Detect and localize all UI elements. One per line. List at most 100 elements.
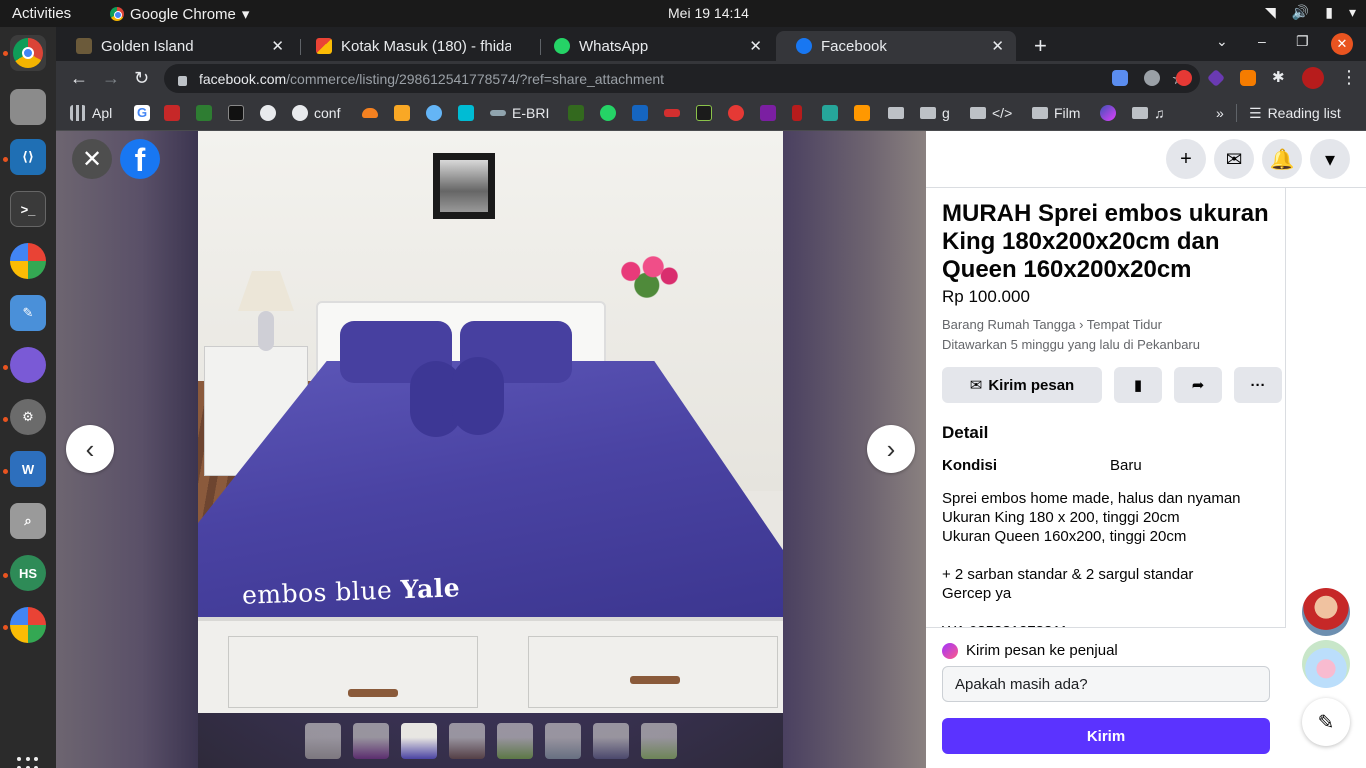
bookmark-4[interactable] [568,104,584,122]
share-button[interactable]: ➦ [1174,367,1222,403]
bookmark-7[interactable] [728,104,744,122]
notifications-button[interactable]: 🔔 [1262,139,1302,179]
github-icon [292,105,308,121]
adblock-extension-icon[interactable] [1176,70,1192,86]
bookmark-label: » [1216,105,1224,121]
text-editor-dock-icon[interactable]: ✎ [10,295,46,331]
bookmark-6[interactable] [696,104,712,122]
chrome-menu-icon[interactable]: ⋮ [1340,67,1358,88]
profile-avatar[interactable] [1302,67,1324,89]
close-tab-icon[interactable]: ✕ [749,37,762,55]
address-bar[interactable]: facebook.com/commerce/listing/2986125417… [164,64,1200,93]
bookmark-github[interactable] [260,104,276,122]
send-message-button[interactable]: ✉ Kirim pesan [942,367,1102,403]
bookmark-2[interactable] [196,104,212,122]
thumbnail[interactable] [353,723,389,759]
bookmark-netflix[interactable] [792,104,802,122]
thumbnail[interactable] [305,723,341,759]
facebook-logo-icon[interactable]: f [120,139,160,179]
more-options-button[interactable]: ··· [1234,367,1282,403]
translate-extension-icon[interactable] [1112,70,1128,86]
bookmark-10[interactable] [854,104,870,122]
restore-icon[interactable]: ❐ [1296,33,1309,50]
vscode-dock-icon[interactable]: ⟨⟩ [10,139,46,175]
save-button[interactable]: ▮ [1114,367,1162,403]
new-tab-button[interactable]: + [1034,33,1047,59]
minimize-icon[interactable]: – [1258,33,1266,49]
bookmark-folder-g[interactable]: g [920,104,950,122]
app-menu[interactable]: Google Chrome ▾ [110,5,249,23]
bookmark-f[interactable] [458,104,474,122]
thumbnail[interactable] [401,723,437,759]
bookmark-cloudflare[interactable] [362,104,378,122]
listing-category[interactable]: Barang Rumah Tangga › Tempat Tidur [942,315,1285,335]
bookmark-3[interactable] [228,104,244,122]
bookmark-9[interactable] [822,104,838,122]
chat-head-avatar[interactable] [1302,640,1350,688]
bookmark-favicon-icon [664,109,680,117]
bookmark-whatsapp[interactable] [600,104,616,122]
bookmark-folder-1[interactable] [888,104,904,122]
writer-dock-icon[interactable]: W [10,451,46,487]
bookmark-8[interactable] [760,104,776,122]
chrome-dock-icon[interactable] [10,35,46,71]
chat-head-avatar[interactable] [1302,588,1350,636]
bookmark-folder-music[interactable]: ♫ [1132,104,1165,122]
settings-dock-icon[interactable]: ⚙ [10,399,46,435]
extensions-puzzle-icon[interactable]: ✱ [1272,68,1288,86]
hs-dock-icon[interactable]: HS [10,555,46,591]
close-viewer-button[interactable]: ✕ [72,139,112,179]
bookmark-apps[interactable]: Apl [70,104,112,122]
close-tab-icon[interactable]: ✕ [271,37,284,55]
back-button[interactable]: ← [70,68,88,89]
pinwheel-dock-icon[interactable] [10,243,46,279]
forward-button[interactable]: → [102,68,120,89]
diamond-extension-icon[interactable] [1206,68,1226,88]
bookmark-5[interactable] [664,104,680,122]
new-message-button[interactable]: ✎ [1302,698,1350,746]
bookmark-conf[interactable]: conf [292,104,340,122]
tab-search-icon[interactable]: ⌄ [1216,33,1228,50]
tab-gmail[interactable]: Kotak Masuk (180) - fhida [296,31,536,61]
lock-extension-icon[interactable] [1240,70,1256,86]
bookmark-c[interactable] [1100,104,1116,122]
thumbnail[interactable] [593,723,629,759]
close-tab-icon[interactable]: ✕ [991,37,1004,55]
create-button[interactable]: + [1166,139,1206,179]
bookmark-pma[interactable] [394,104,410,122]
files-dock-icon[interactable] [10,89,46,125]
terminal-dock-icon[interactable]: >_ [10,191,46,227]
bookmark-1[interactable] [164,104,180,122]
tab-golden-island[interactable]: Golden Island ✕ [56,31,296,61]
bookmark-google[interactable]: G [134,104,150,122]
image-viewer-dock-icon[interactable]: ⌕ [10,503,46,539]
tab-whatsapp[interactable]: WhatsApp ✕ [534,31,774,61]
thumbnail[interactable] [449,723,485,759]
next-photo-button[interactable]: › [867,425,915,473]
globe-extension-icon[interactable] [1144,70,1160,86]
clock[interactable]: Mei 19 14:14 [668,5,749,21]
bookmark-download[interactable] [426,104,442,122]
message-input[interactable]: Apakah masih ada? [942,666,1270,702]
bookmark-folder-code[interactable]: </> [970,104,1012,122]
thumbnail[interactable] [545,723,581,759]
system-tray[interactable]: ◥ 🔊 ▮ ▾ [1265,4,1356,21]
reading-list-button[interactable]: ☰ Reading list [1236,104,1341,122]
reload-button[interactable]: ↻ [134,68,149,89]
pinwheel2-dock-icon[interactable] [10,607,46,643]
bookmarks-overflow-button[interactable]: » [1216,104,1224,122]
account-menu-button[interactable]: ▾ [1310,139,1350,179]
activities-button[interactable]: Activities [12,5,71,22]
bookmark-k[interactable] [632,104,648,122]
send-button[interactable]: Kirim [942,718,1270,754]
previous-photo-button[interactable]: ‹ [66,425,114,473]
messenger-button[interactable]: ✉ [1214,139,1254,179]
tab-facebook[interactable]: Facebook ✕ [776,31,1016,61]
bookmark-ebri[interactable]: E-BRI [490,104,549,122]
show-apps-icon[interactable] [17,757,39,768]
network-dock-icon[interactable] [10,347,46,383]
thumbnail[interactable] [497,723,533,759]
close-window-button[interactable]: ✕ [1331,33,1353,55]
thumbnail[interactable] [641,723,677,759]
bookmark-folder-film[interactable]: Film [1032,104,1080,122]
